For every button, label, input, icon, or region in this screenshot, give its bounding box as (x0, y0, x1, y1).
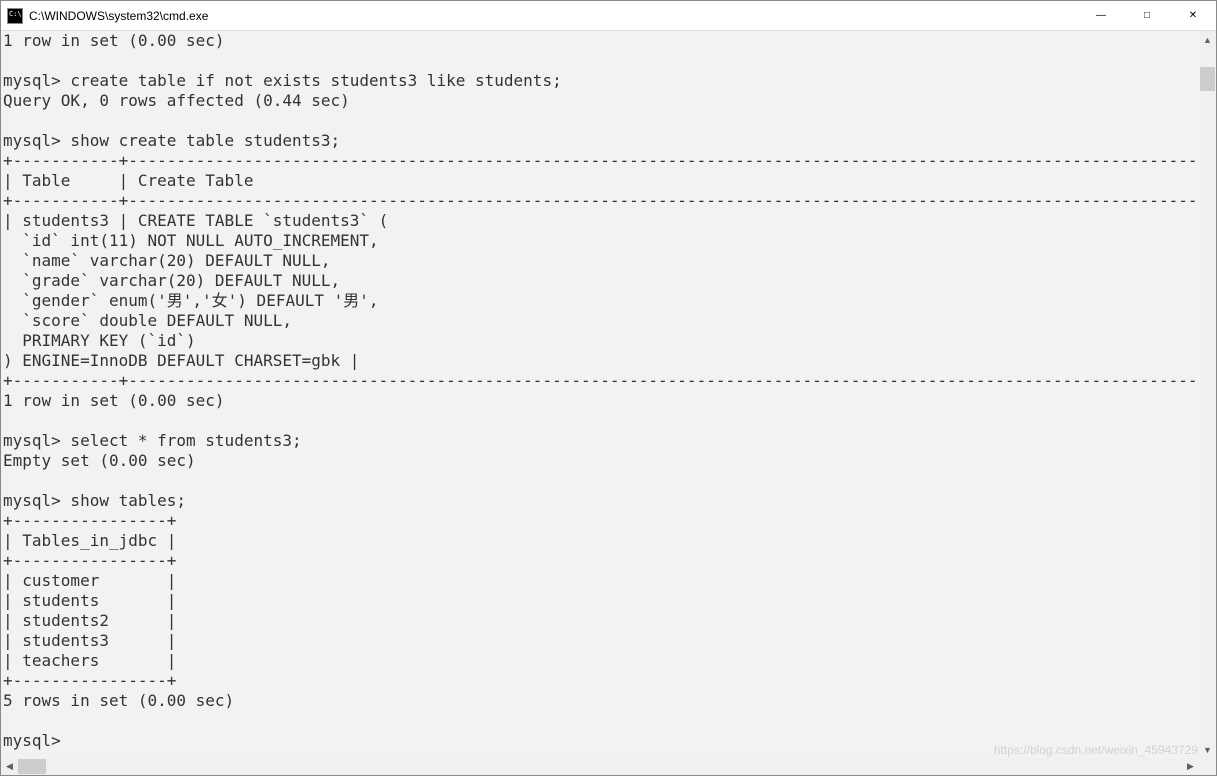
horizontal-scroll-thumb[interactable] (18, 759, 46, 774)
terminal-output[interactable]: 1 row in set (0.00 sec) mysql> create ta… (1, 31, 1216, 758)
titlebar-left: C:\WINDOWS\system32\cmd.exe (7, 8, 208, 24)
scroll-up-arrow-icon[interactable]: ▲ (1199, 31, 1216, 48)
vertical-scroll-thumb[interactable] (1200, 67, 1215, 91)
cmd-window: C:\WINDOWS\system32\cmd.exe — □ ✕ 1 row … (0, 0, 1217, 776)
terminal-area: 1 row in set (0.00 sec) mysql> create ta… (1, 31, 1216, 775)
scroll-left-arrow-icon[interactable]: ◀ (1, 758, 18, 775)
window-title: C:\WINDOWS\system32\cmd.exe (29, 9, 208, 23)
maximize-button[interactable]: □ (1124, 1, 1170, 30)
close-button[interactable]: ✕ (1170, 1, 1216, 30)
titlebar[interactable]: C:\WINDOWS\system32\cmd.exe — □ ✕ (1, 1, 1216, 31)
horizontal-scrollbar[interactable]: ◀ ▶ (1, 758, 1199, 775)
scroll-right-arrow-icon[interactable]: ▶ (1182, 758, 1199, 775)
scrollbar-corner (1199, 758, 1216, 775)
scroll-down-arrow-icon[interactable]: ▼ (1199, 741, 1216, 758)
window-controls: — □ ✕ (1078, 1, 1216, 30)
vertical-scrollbar[interactable]: ▲ ▼ (1199, 31, 1216, 758)
minimize-button[interactable]: — (1078, 1, 1124, 30)
cmd-icon (7, 8, 23, 24)
